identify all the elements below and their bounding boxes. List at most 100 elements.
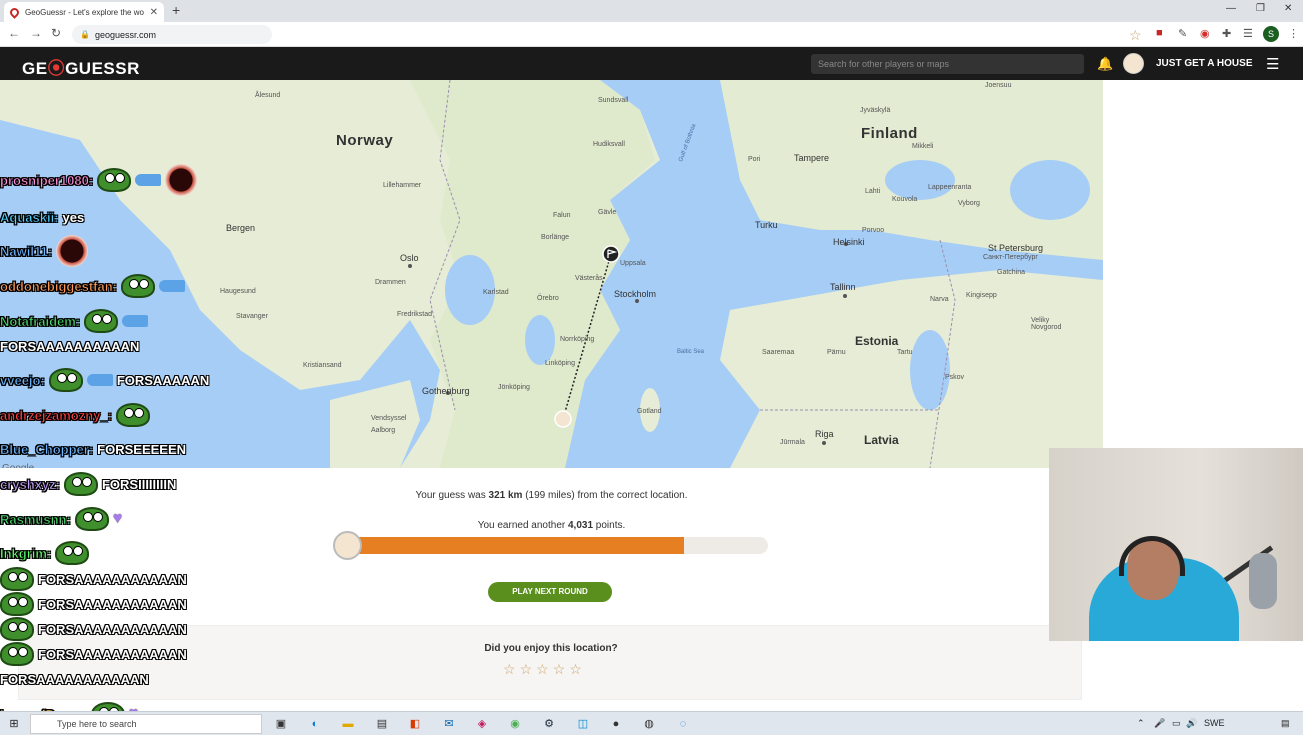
profile-avatar[interactable]: S (1263, 26, 1279, 42)
chat-message: FORSAAAAAAAAAAAN (0, 567, 187, 591)
map-label-fredrikstad: Fredrikstad (397, 311, 433, 318)
chat-message: FORSAAAAAAAAAAAN (0, 668, 149, 690)
map-label-jyvaskyla: Jyväskylä (860, 107, 891, 114)
map-label-kouvola: Kouvola (892, 196, 918, 203)
map-label-linkoping: Linköping (545, 360, 575, 367)
map-label-estonia: Estonia (855, 334, 899, 348)
chat-text: FORSIIIIIIIIN (101, 476, 177, 492)
window-close-icon[interactable]: ✕ (1284, 3, 1292, 14)
chat-text: FORSAAAAAAAAAAN (0, 338, 140, 354)
notification-bell-icon[interactable]: 🔔 (1097, 56, 1113, 72)
site-header: GE⦿GUESSR Search for other players or ma… (0, 47, 1303, 80)
tray-language[interactable]: SWE (1204, 718, 1225, 728)
office-icon[interactable]: ◧ (407, 716, 423, 732)
steam-icon[interactable]: ⚙ (541, 716, 557, 732)
chrome-icon[interactable]: ◉ (507, 716, 523, 732)
map-label-saaremaa: Saaremaa (762, 349, 795, 356)
heart-emote-icon: ♥ (112, 510, 123, 527)
microphone-icon (1249, 553, 1277, 609)
map-label-pori: Pori (748, 156, 761, 163)
map-label-vyborg: Vyborg (958, 200, 980, 207)
rating-star-icon[interactable]: ☆ (520, 661, 533, 678)
user-avatar[interactable] (1123, 53, 1144, 74)
chat-message: Aquaskii: yes (0, 206, 84, 228)
forward-icon[interactable]: → (30, 26, 42, 40)
mail-icon[interactable]: ✉ (441, 716, 457, 732)
streamer-webcam (1049, 448, 1303, 641)
speed-emote-icon (122, 315, 149, 327)
browser-menu-icon[interactable]: ⋮ (1288, 27, 1299, 40)
map-label-aalborg: Aalborg (371, 427, 396, 434)
map-label-norrkoping: Norrköping (560, 336, 595, 343)
username[interactable]: JUST GET A HOUSE (1156, 58, 1253, 69)
reading-list-icon[interactable]: ☰ (1243, 27, 1253, 40)
map-label-tampere: Tampere (794, 153, 830, 163)
frog-emote-icon (63, 472, 98, 496)
chat-message: FORSAAAAAAAAAAAN (0, 642, 187, 666)
windows-start-icon[interactable]: ⊞ (6, 716, 22, 732)
map-label-turku: Turku (755, 220, 778, 230)
map-label-baltic-sea: Baltic Sea (677, 349, 705, 355)
play-next-round-button[interactable]: PLAY NEXT ROUND (488, 582, 612, 602)
map-label-gatchina: Gatchina (997, 269, 1026, 276)
taskbar-search-input[interactable]: Type here to search (30, 714, 262, 734)
extensions-puzzle-icon[interactable]: ✚ (1222, 27, 1231, 40)
chat-message: vveejo: FORSAAAAAN (0, 368, 209, 392)
rating-star-icon[interactable]: ☆ (553, 661, 566, 678)
tray-network-icon[interactable]: ▭ (1172, 718, 1181, 729)
map-label-norway: Norway (336, 132, 394, 149)
map-label-finland: Finland (861, 125, 918, 142)
app-icon[interactable]: ● (608, 716, 624, 732)
file-explorer-icon[interactable]: ▬ (340, 716, 356, 732)
bookmark-star-icon[interactable]: ☆ (1129, 27, 1142, 44)
task-view-icon[interactable]: ▣ (273, 716, 289, 732)
chat-text: FORSAAAAAAAAAAAN (38, 596, 187, 612)
tab-close-icon[interactable]: ✕ (150, 7, 158, 18)
tray-volume-icon[interactable]: 🔊 (1186, 718, 1197, 729)
restore-icon[interactable]: ❐ (1256, 3, 1265, 14)
rating-star-icon[interactable]: ☆ (503, 661, 516, 678)
chat-message: Rasmusnn: ♥ (0, 507, 123, 531)
rating-star-icon[interactable]: ☆ (536, 661, 549, 678)
map-label-helsinki: Helsinki (833, 237, 865, 247)
frog-emote-icon (55, 541, 90, 565)
points-value: 4,031 (567, 520, 594, 531)
store-icon[interactable]: ▤ (374, 716, 390, 732)
new-tab-button[interactable]: + (172, 2, 180, 18)
extension-icon[interactable]: ✎ (1178, 27, 1187, 40)
extension-icon[interactable]: ■ (1156, 27, 1163, 39)
notification-center-icon[interactable]: ▤ (1281, 718, 1290, 729)
browser-tab[interactable]: GeoGuessr - Let's explore the wo ✕ (4, 2, 164, 22)
cup-emote-icon (165, 164, 198, 196)
speed-emote-icon (159, 280, 185, 292)
tray-mic-icon[interactable]: 🎤 (1154, 718, 1165, 729)
map-label-jurmala: Jūrmala (780, 439, 805, 446)
extension-icon[interactable]: ◉ (1200, 27, 1210, 40)
chat-text: FORSAAAAAAAAAAAN (38, 571, 187, 587)
app-icon[interactable]: ◌ (675, 716, 691, 732)
chat-username: andrzejzamozny_: (0, 407, 112, 423)
rating-star-icon[interactable]: ☆ (569, 661, 582, 678)
minimize-icon[interactable]: — (1226, 3, 1236, 14)
app-icon[interactable]: ◍ (641, 716, 657, 732)
map-label-st-petersburg: St Petersburg (988, 243, 1044, 253)
map-label-pskov: Pskov (945, 374, 965, 381)
geoguessr-logo[interactable]: GE⦿GUESSR (22, 54, 140, 79)
hamburger-menu-icon[interactable]: ☰ (1266, 55, 1279, 73)
map-label-drammen: Drammen (375, 279, 406, 286)
tray-chevron-icon[interactable]: ⌃ (1137, 718, 1145, 729)
map-label-karlstad: Karlstad (483, 289, 509, 296)
app-icon[interactable]: ◈ (474, 716, 490, 732)
frog-emote-icon (74, 507, 109, 531)
lock-icon: 🔒 (80, 30, 90, 39)
back-icon[interactable]: ← (8, 26, 20, 40)
address-bar[interactable]: 🔒 geoguessr.com (72, 25, 272, 44)
map-label-vasteras: Västerås (575, 275, 603, 282)
player-map-search-input[interactable]: Search for other players or maps (811, 54, 1084, 74)
score-progress-fill (336, 537, 685, 554)
app-icon[interactable]: ◫ (575, 716, 591, 732)
chat-message: Inkgrim: (0, 541, 90, 565)
reload-icon[interactable]: ↻ (51, 26, 61, 40)
frog-emote-icon (48, 368, 83, 392)
edge-icon[interactable]: ◐ (307, 716, 323, 732)
